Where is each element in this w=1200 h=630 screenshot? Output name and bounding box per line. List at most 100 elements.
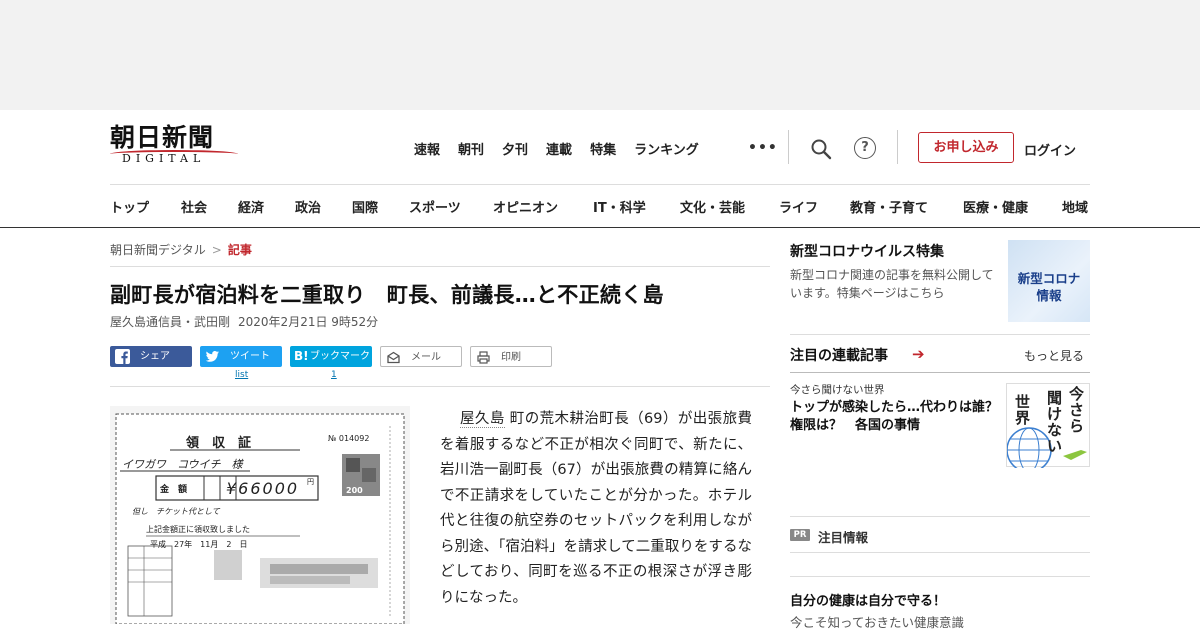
imasara-char: ら [1069,417,1085,435]
top-nav: 速報 朝刊 夕刊 連載 特集 ランキング [414,139,717,158]
corona-feature-box[interactable]: 新型コロナウイルス特集 新型コロナ関連の記事を無料公開しています。特集ページはこ… [790,240,1090,322]
ad-banner-area [0,0,1200,110]
article-headline: 副町長が宿泊料を二重取り 町長、前議長…と不正続く島 [110,283,664,307]
cat-politics[interactable]: 政治 [295,197,321,216]
article-date: 2020年2月21日 9時52分 [238,315,379,329]
cat-it-science[interactable]: IT・科学 [593,197,646,216]
serial-category[interactable]: 今さら聞けない世界 [790,382,885,397]
cat-region[interactable]: 地域 [1062,197,1088,216]
facebook-icon [115,349,130,364]
print-label: 印刷 [501,352,521,363]
hatena-count-link[interactable]: 1 [331,370,337,380]
cat-life[interactable]: ライフ [779,197,818,216]
corona-thumb-line2: 情報 [1036,288,1062,303]
nav-choukan[interactable]: 朝刊 [458,139,484,158]
receipt-stamp: 200 [346,486,363,495]
imasara-char: 今 [1069,385,1085,403]
logo-sub-text: DIGITAL [110,150,242,166]
breadcrumb-home[interactable]: 朝日新聞デジタル [110,243,206,257]
sidebar-divider [790,552,1090,553]
sidebar-divider [790,372,1090,373]
receipt-date: 平成 27年 11月 2 日 [150,540,248,549]
search-icon[interactable] [810,138,832,160]
article-body-text: 町の荒木耕治町長（69）が出張旅費を着服するなど不正が相次ぐ同町で、新たに、岩川… [440,411,753,606]
header-divider [110,184,1090,185]
cat-sports[interactable]: スポーツ [409,197,461,216]
nav-rensai[interactable]: 連載 [546,139,572,158]
hatena-bookmark-button[interactable]: B! ブックマーク [290,346,372,367]
mail-share-button[interactable]: メール [380,346,462,367]
receipt-payee: イワガワ コウイチ 様 [122,458,243,471]
sidebar-divider [790,334,1090,335]
asahi-digital-logo[interactable]: 朝日新聞 DIGITAL [110,124,242,170]
sidebar-divider [790,576,1090,577]
arrow-right-icon[interactable]: ➔ [912,345,925,363]
logo-main-text: 朝日新聞 [110,123,215,152]
corona-feature-title: 新型コロナウイルス特集 [790,244,944,260]
twitter-bird-icon [205,351,219,362]
hatena-bookmark-label: ブックマーク [310,351,370,362]
cat-health[interactable]: 医療・健康 [963,197,1028,216]
serial-more-link[interactable]: もっと見る [1024,347,1084,364]
cat-international[interactable]: 国際 [352,197,378,216]
breadcrumb-separator: > [211,243,222,257]
corona-feature-thumbnail[interactable]: 新型コロナ 情報 [1008,240,1090,322]
imasara-char: な [1047,421,1063,439]
imasara-char: 聞 [1047,389,1063,407]
nav-tokushu[interactable]: 特集 [590,139,616,158]
keyword-yakushima-link[interactable]: 屋久島 [460,411,505,428]
receipt-photo[interactable]: 領 収 証 № 014092 イワガワ コウイチ 様 金 額 ¥66000 円 … [110,406,410,624]
nav-divider [897,130,898,164]
twitter-share-button[interactable]: ツイート [200,346,282,367]
article-author: 屋久島通信員・武田剛 [110,315,231,329]
nav-yuukan[interactable]: 夕刊 [502,139,528,158]
cat-culture[interactable]: 文化・芸能 [680,197,745,216]
cat-economy[interactable]: 経済 [238,197,264,216]
twitter-count-link[interactable]: list [235,370,248,380]
nav-ranking[interactable]: ランキング [634,139,699,158]
imasara-char: 世 [1015,393,1031,411]
receipt-yen: 円 [307,478,314,486]
login-link[interactable]: ログイン [1024,140,1076,159]
facebook-share-button[interactable]: シェア [110,346,192,367]
cat-education[interactable]: 教育・子育て [850,197,928,216]
receipt-received: 上記金額正に領収致しました [146,525,250,534]
hatena-b-icon: B! [294,349,309,363]
article-byline: 屋久島通信員・武田剛 2020年2月21日 9時52分 [110,313,378,330]
breadcrumb-current: 記事 [227,243,252,257]
sidebar-divider [790,516,1090,517]
breadcrumb: 朝日新聞デジタル > 記事 [110,241,252,258]
help-icon[interactable]: ? [854,137,876,159]
twitter-share-label: ツイート [230,351,270,362]
receipt-note: 但し チケット代として [132,507,220,516]
imasara-thumbnail[interactable]: 今 さ ら 聞 け な い 世 界 [1006,383,1090,468]
receipt-title: 領 収 証 [186,436,252,451]
cat-top[interactable]: トップ [110,197,149,216]
subscribe-button[interactable]: お申し込み [918,132,1014,163]
mail-icon [387,351,400,364]
receipt-amount: ¥66000 [226,479,300,498]
cat-opinion[interactable]: オピニオン [493,197,558,216]
pr-badge: PR [790,529,810,541]
promo-title[interactable]: 自分の健康は自分で守る！ [790,590,946,609]
cat-society[interactable]: 社会 [181,197,207,216]
serial-article-title[interactable]: トップが感染したら…代わりは誰？権限は？ 各国の事情 [790,399,1000,435]
more-menu-icon[interactable]: ••• [748,140,778,156]
printer-icon [477,351,490,364]
imasara-char: さ [1069,401,1085,419]
site-header: 朝日新聞 DIGITAL 速報 朝刊 夕刊 連載 特集 ランキング ••• ? … [0,110,1200,228]
share-divider [110,386,770,387]
print-button[interactable]: 印刷 [470,346,552,367]
serial-heading[interactable]: 注目の連載記事 [790,345,888,365]
mail-share-label: メール [411,352,441,363]
nav-sokuho[interactable]: 速報 [414,139,440,158]
promo-subtitle[interactable]: 今こそ知っておきたい健康意識 [790,612,964,630]
pr-label: 注目情報 [818,530,869,545]
corona-feature-desc: 新型コロナ関連の記事を無料公開しています。特集ページはこちら [790,268,994,300]
article-body: 屋久島 町の荒木耕治町長（69）が出張旅費を着服するなど不正が相次ぐ同町で、新た… [440,407,752,611]
breadcrumb-divider [110,266,770,267]
facebook-share-label: シェア [140,351,170,362]
nav-divider [788,130,789,164]
receipt-number: № 014092 [328,434,370,443]
imasara-char: け [1047,405,1063,423]
